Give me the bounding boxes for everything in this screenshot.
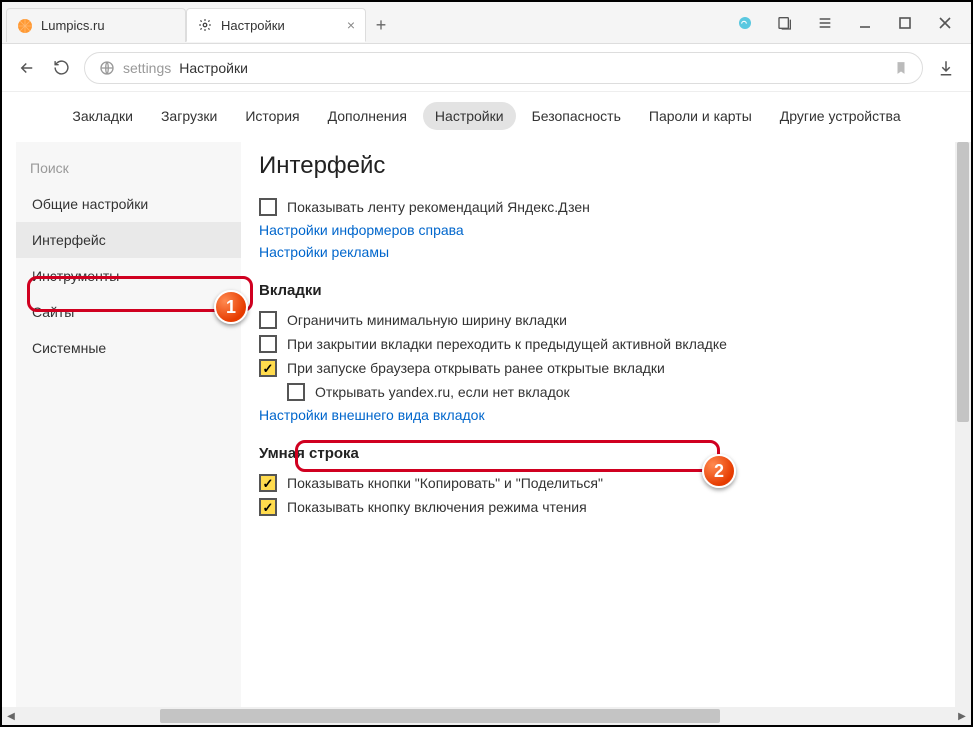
- bookmark-icon[interactable]: [894, 60, 908, 76]
- site-icon: [99, 60, 115, 76]
- collections-icon[interactable]: [777, 15, 793, 31]
- topnav-addons[interactable]: Дополнения: [316, 102, 419, 130]
- section-title-tabs: Вкладки: [259, 282, 949, 299]
- tab-title: Настройки: [221, 18, 285, 33]
- checkbox-label: Ограничить минимальную ширину вкладки: [287, 312, 567, 328]
- sidebar-item-sites[interactable]: Сайты: [16, 294, 241, 330]
- checkbox-close-prev[interactable]: При закрытии вкладки переходить к предыд…: [259, 335, 949, 353]
- checkbox-label: Показывать кнопку включения режима чтени…: [287, 499, 587, 515]
- topnav-bookmarks[interactable]: Закладки: [60, 102, 145, 130]
- sidebar-item-general[interactable]: Общие настройки: [16, 186, 241, 222]
- sidebar-search[interactable]: Поиск: [16, 150, 241, 186]
- address-context: settings: [123, 60, 171, 76]
- topnav-security[interactable]: Безопасность: [520, 102, 633, 130]
- reload-button[interactable]: [50, 57, 72, 79]
- checkbox-icon[interactable]: [287, 383, 305, 401]
- sidebar-item-system[interactable]: Системные: [16, 330, 241, 366]
- tab-strip: Lumpics.ru Настройки × +: [2, 2, 719, 43]
- checkbox-limit-width[interactable]: Ограничить минимальную ширину вкладки: [259, 311, 949, 329]
- section-title-interface: Интерфейс: [259, 152, 949, 180]
- scroll-right-icon[interactable]: ▶: [953, 707, 971, 725]
- settings-sidebar: Поиск Общие настройки Интерфейс Инструме…: [16, 142, 241, 707]
- scrollbar-track[interactable]: [20, 707, 953, 725]
- address-field[interactable]: settings Настройки: [84, 52, 923, 84]
- address-title: Настройки: [179, 60, 248, 76]
- checkbox-reader[interactable]: Показывать кнопку включения режима чтени…: [259, 498, 949, 516]
- window-controls: [719, 2, 971, 43]
- tab-lumpics[interactable]: Lumpics.ru: [6, 8, 186, 42]
- checkbox-icon[interactable]: [259, 198, 277, 216]
- link-ads[interactable]: Настройки рекламы: [259, 244, 949, 260]
- close-button[interactable]: [937, 15, 953, 31]
- checkbox-label: При запуске браузера открывать ранее отк…: [287, 360, 665, 376]
- checkbox-label: Открывать yandex.ru, если нет вкладок: [315, 384, 570, 400]
- scrollbar-thumb[interactable]: [160, 709, 720, 723]
- settings-main: Интерфейс Показывать ленту рекомендаций …: [259, 142, 957, 707]
- titlebar: Lumpics.ru Настройки × +: [2, 2, 971, 44]
- search-placeholder: Поиск: [30, 160, 69, 176]
- checkbox-label: При закрытии вкладки переходить к предыд…: [287, 336, 727, 352]
- maximize-button[interactable]: [897, 15, 913, 31]
- tab-title: Lumpics.ru: [41, 18, 105, 33]
- gear-icon: [197, 17, 213, 33]
- scroll-left-icon[interactable]: ◀: [2, 707, 20, 725]
- checkbox-label: Показывать кнопки "Копировать" и "Подели…: [287, 475, 603, 491]
- checkbox-restore-tabs[interactable]: При запуске браузера открывать ранее отк…: [259, 359, 949, 377]
- checkbox-icon[interactable]: [259, 335, 277, 353]
- checkbox-open-yandex[interactable]: Открывать yandex.ru, если нет вкладок: [287, 383, 949, 401]
- checkbox-icon[interactable]: [259, 474, 277, 492]
- weather-icon[interactable]: [737, 15, 753, 31]
- tab-settings[interactable]: Настройки ×: [186, 8, 366, 42]
- checkbox-icon[interactable]: [259, 359, 277, 377]
- sidebar-item-interface[interactable]: Интерфейс: [16, 222, 241, 258]
- close-icon[interactable]: ×: [347, 17, 355, 33]
- checkbox-icon[interactable]: [259, 498, 277, 516]
- content-area: Поиск Общие настройки Интерфейс Инструме…: [2, 142, 971, 707]
- downloads-icon[interactable]: [935, 57, 957, 79]
- section-title-smartline: Умная строка: [259, 445, 949, 462]
- browser-window: Lumpics.ru Настройки × +: [0, 0, 973, 727]
- topnav-passwords[interactable]: Пароли и карты: [637, 102, 764, 130]
- settings-topnav: Закладки Загрузки История Дополнения Нас…: [2, 92, 971, 140]
- address-bar: settings Настройки: [2, 44, 971, 92]
- vertical-scrollbar[interactable]: [955, 142, 957, 707]
- checkbox-copy-share[interactable]: Показывать кнопки "Копировать" и "Подели…: [259, 474, 949, 492]
- checkbox-label: Показывать ленту рекомендаций Яндекс.Дзе…: [287, 199, 590, 215]
- new-tab-button[interactable]: +: [366, 8, 396, 43]
- orange-favicon-icon: [17, 18, 33, 34]
- checkbox-zen[interactable]: Показывать ленту рекомендаций Яндекс.Дзе…: [259, 198, 949, 216]
- checkbox-icon[interactable]: [259, 311, 277, 329]
- sidebar-item-tools[interactable]: Инструменты: [16, 258, 241, 294]
- link-informers[interactable]: Настройки информеров справа: [259, 222, 949, 238]
- topnav-downloads[interactable]: Загрузки: [149, 102, 229, 130]
- menu-icon[interactable]: [817, 15, 833, 31]
- link-tab-appearance[interactable]: Настройки внешнего вида вкладок: [259, 407, 949, 423]
- topnav-devices[interactable]: Другие устройства: [768, 102, 913, 130]
- minimize-button[interactable]: [857, 15, 873, 31]
- horizontal-scrollbar[interactable]: ◀ ▶: [2, 707, 971, 725]
- topnav-settings[interactable]: Настройки: [423, 102, 516, 130]
- back-button[interactable]: [16, 57, 38, 79]
- topnav-history[interactable]: История: [233, 102, 311, 130]
